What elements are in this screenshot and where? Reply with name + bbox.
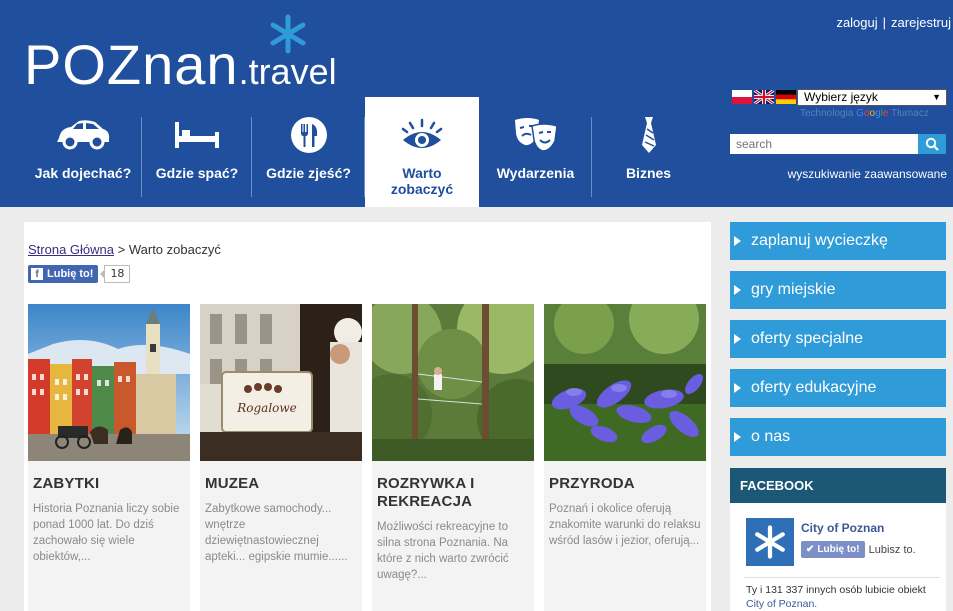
nav-label: Wydarzenia	[496, 165, 575, 181]
tie-icon	[641, 117, 656, 153]
sidebar-city-games-button[interactable]: gry miejskie	[730, 271, 946, 309]
facebook-heading: FACEBOOK	[730, 468, 946, 503]
card-description: Zabytkowe samochody... wnętrze dziewiętn…	[205, 503, 348, 563]
search-button[interactable]	[918, 134, 946, 154]
translate-suffix: Tłumacz	[891, 108, 929, 119]
facebook-like-bar: f Lubię to! 18	[28, 265, 131, 283]
logo-text: POZnan	[24, 33, 239, 96]
main-nav: Jak dojechać? Gdzie spać? Gdzie zjeść? W…	[24, 97, 705, 207]
search-input[interactable]	[730, 134, 918, 154]
main-content: Strona Główna > Warto zobaczyć f Lubię t…	[24, 222, 711, 611]
like-label: Lubię to!	[47, 268, 94, 280]
dropdown-arrow-icon: ▼	[932, 92, 941, 102]
german-flag-icon[interactable]	[776, 90, 796, 104]
card-description: Możliwości rekreacyjne to silna strona P…	[377, 521, 509, 581]
museum-photo[interactable]: Rogalowe	[200, 304, 362, 461]
eye-icon	[401, 118, 443, 148]
like-count: 18	[100, 265, 131, 283]
google-letter: G	[856, 108, 864, 119]
nav-label: Gdzie spać?	[155, 165, 239, 181]
card-rozrywka[interactable]: ROZRYWKA I REKREACJA Możliwości rekreacy…	[372, 304, 534, 611]
nav-item-wydarzenia[interactable]: Wydarzenia	[479, 97, 592, 207]
nav-label: Jak dojechać?	[34, 165, 132, 181]
login-link[interactable]: zaloguj	[836, 15, 877, 30]
facebook-like-row: ✔ Lubię to! Lubisz to.	[801, 541, 916, 558]
site-header: POZnan.travel zaloguj | zarejestruj Wybier…	[0, 0, 953, 207]
link-separator: |	[882, 15, 887, 30]
fork-knife-icon	[290, 117, 327, 153]
facebook-page-card: City of Poznan ✔ Lubię to! Lubisz to.	[746, 518, 916, 566]
nav-item-warto-zobaczyc[interactable]: Warto zobaczyć	[365, 97, 479, 207]
checkmark-icon: ✔	[806, 544, 815, 555]
card-zabytki[interactable]: ZABYTKI Historia Poznania liczy sobie po…	[28, 304, 190, 611]
bed-icon	[175, 122, 219, 148]
logo-suffix: .travel	[238, 51, 337, 92]
uk-flag-icon[interactable]	[754, 90, 774, 104]
facebook-likes-text: Ty i 131 337 innych osób lubicie obiekt …	[746, 583, 946, 611]
language-flags	[732, 90, 796, 104]
search-icon	[925, 137, 939, 151]
breadcrumb-current: Warto zobaczyć	[128, 242, 221, 257]
car-icon	[57, 120, 110, 150]
card-title[interactable]: PRZYRODA	[549, 475, 701, 493]
facebook-page-info: City of Poznan ✔ Lubię to! Lubisz to.	[801, 518, 916, 566]
google-letter: e	[882, 108, 889, 119]
card-description: Historia Poznania liczy sobie ponad 1000…	[33, 503, 180, 563]
card-title[interactable]: ZABYTKI	[33, 475, 185, 493]
sidebar-plan-trip-button[interactable]: zaplanuj wycieczkę	[730, 222, 946, 260]
theater-masks-icon	[514, 118, 558, 152]
translate-prefix: Technologia	[800, 108, 854, 119]
nav-item-gdzie-spac[interactable]: Gdzie spać?	[142, 97, 252, 207]
facebook-page-name[interactable]: City of Poznan	[801, 521, 916, 535]
google-translate-note: Technologia Google Tłumacz	[800, 108, 929, 119]
account-links: zaloguj | zarejestruj	[836, 15, 951, 30]
crocus-flowers-photo[interactable]	[544, 304, 706, 461]
card-title[interactable]: MUZEA	[205, 475, 357, 493]
poznan-star-icon	[755, 525, 785, 559]
facebook-page-avatar[interactable]	[746, 518, 794, 566]
forest-rope-park-photo[interactable]	[372, 304, 534, 461]
advanced-search-link[interactable]: wyszukiwanie zaawansowane	[788, 167, 947, 181]
facebook-page-like-button[interactable]: ✔ Lubię to!	[801, 541, 865, 558]
like-label: Lubię to!	[817, 544, 860, 555]
nav-label: Biznes	[625, 165, 672, 181]
card-muzea[interactable]: Rogalowe MUZEA Zabytkowe samochody... wn…	[200, 304, 362, 611]
card-description: Poznań i okolice oferują znakomite warun…	[549, 503, 701, 547]
museum-sign-text: Rogalowe	[236, 401, 297, 415]
nav-label: Gdzie zjeść?	[266, 165, 351, 181]
liked-status: Lubisz to.	[868, 543, 916, 556]
nav-item-jak-dojechac[interactable]: Jak dojechać?	[24, 97, 142, 207]
facebook-widget: FACEBOOK City of Poznan ✔ Lubię to! Lubi…	[730, 468, 946, 611]
sidebar-about-button[interactable]: o nas	[730, 418, 946, 456]
register-link[interactable]: zarejestruj	[891, 15, 951, 30]
divider	[744, 577, 940, 578]
sidebar-special-offers-button[interactable]: oferty specjalne	[730, 320, 946, 358]
category-cards: ZABYTKI Historia Poznania liczy sobie po…	[28, 304, 706, 611]
language-select[interactable]: Wybierz język ▼	[797, 89, 947, 106]
nav-item-biznes[interactable]: Biznes	[592, 97, 705, 207]
facebook-like-button[interactable]: f Lubię to!	[28, 265, 99, 283]
nav-label: Warto zobaczyć	[390, 165, 454, 197]
facebook-icon: f	[31, 268, 43, 280]
breadcrumb: Strona Główna > Warto zobaczyć	[28, 242, 221, 257]
sidebar-education-offers-button[interactable]: oferty edukacyjne	[730, 369, 946, 407]
card-przyroda[interactable]: PRZYRODA Poznań i okolice oferują znakom…	[544, 304, 706, 611]
breadcrumb-separator: >	[117, 242, 126, 257]
breadcrumb-home-link[interactable]: Strona Główna	[28, 242, 114, 257]
language-select-value: Wybierz język	[804, 90, 878, 104]
polish-flag-icon[interactable]	[732, 90, 752, 104]
old-town-photo[interactable]	[28, 304, 190, 461]
facebook-page-link[interactable]: City of Poznan.	[746, 598, 817, 610]
nav-item-gdzie-zjesc[interactable]: Gdzie zjeść?	[252, 97, 365, 207]
card-title[interactable]: ROZRYWKA I REKREACJA	[377, 475, 529, 511]
logo-star-icon	[270, 14, 306, 54]
likes-sentence: Ty i 131 337 innych osób lubicie obiekt	[746, 584, 926, 596]
